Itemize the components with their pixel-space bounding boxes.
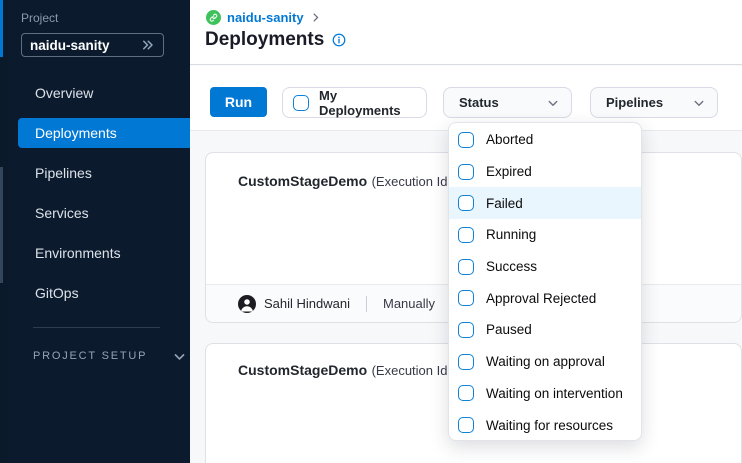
breadcrumb: naidu-sanity: [206, 10, 321, 25]
menu-item-aborted[interactable]: Aborted: [449, 124, 641, 156]
sidebar-item-pipelines[interactable]: Pipelines: [18, 158, 190, 188]
menu-item-failed[interactable]: Failed: [449, 187, 641, 219]
status-filter-dropdown[interactable]: Status: [443, 87, 572, 118]
menu-item-label: Approval Rejected: [486, 291, 596, 306]
triggered-by-user[interactable]: Sahil Hindwani: [264, 296, 350, 311]
menu-item-waiting-for-resources[interactable]: Waiting for resources: [449, 409, 641, 441]
module-rail: [0, 0, 8, 463]
menu-item-checkbox[interactable]: [458, 195, 474, 211]
trigger-type: Manually: [383, 296, 435, 311]
menu-item-label: Waiting for resources: [486, 418, 613, 433]
menu-item-paused[interactable]: Paused: [449, 314, 641, 346]
status-filter-menu: Aborted Expired Failed Running Success A…: [448, 122, 642, 441]
double-chevron-right-icon: [140, 39, 155, 51]
project-name: naidu-sanity: [30, 38, 140, 53]
sidebar-item-label: Pipelines: [35, 165, 92, 181]
menu-item-checkbox[interactable]: [458, 322, 474, 338]
footer-separator: [366, 296, 367, 312]
menu-item-approval-rejected[interactable]: Approval Rejected: [449, 282, 641, 314]
menu-item-checkbox[interactable]: [458, 164, 474, 180]
menu-item-label: Aborted: [486, 132, 533, 147]
menu-item-checkbox[interactable]: [458, 385, 474, 401]
user-avatar: [238, 295, 256, 313]
run-button[interactable]: Run: [210, 87, 267, 117]
sidebar-item-deployments[interactable]: Deployments: [18, 118, 190, 148]
menu-item-label: Waiting on intervention: [486, 386, 623, 401]
sidebar-item-label: Services: [35, 205, 89, 221]
menu-item-checkbox[interactable]: [458, 417, 474, 433]
project-setup-label: PROJECT SETUP: [33, 350, 147, 362]
menu-item-label: Success: [486, 259, 537, 274]
main-content: naidu-sanity Deployments: [190, 0, 742, 463]
menu-item-label: Failed: [486, 196, 523, 211]
menu-item-waiting-on-intervention[interactable]: Waiting on intervention: [449, 378, 641, 410]
sidebar-item-environments[interactable]: Environments: [18, 238, 190, 268]
menu-item-running[interactable]: Running: [449, 219, 641, 251]
menu-item-waiting-on-approval[interactable]: Waiting on approval: [449, 346, 641, 378]
chevron-right-icon: [310, 12, 321, 23]
title-row: Deployments: [205, 29, 346, 51]
project-selector[interactable]: naidu-sanity: [21, 33, 164, 57]
menu-item-label: Running: [486, 227, 536, 242]
card-title-row: CustomStageDemo (Execution Id: [238, 173, 447, 191]
execution-id-note: (Execution Id: [372, 363, 448, 378]
card-title-row: CustomStageDemo (Execution Id: [238, 362, 447, 380]
menu-item-label: Waiting on approval: [486, 354, 605, 369]
page-title: Deployments: [205, 29, 324, 51]
sidebar-item-overview[interactable]: Overview: [18, 78, 190, 108]
rail-scrollbar-thumb[interactable]: [0, 167, 3, 283]
chevron-down-icon: [173, 350, 186, 363]
sidebar-item-project-setup[interactable]: PROJECT SETUP: [33, 346, 186, 366]
info-icon[interactable]: [332, 33, 346, 47]
app-root: Project naidu-sanity Overview Deployment…: [0, 0, 742, 463]
breadcrumb-project-link[interactable]: naidu-sanity: [227, 10, 304, 25]
menu-item-checkbox[interactable]: [458, 354, 474, 370]
menu-item-label: Paused: [486, 322, 532, 337]
sidebar-item-label: Environments: [35, 245, 121, 261]
sidebar-item-gitops[interactable]: GitOps: [18, 278, 190, 308]
rail-active-indicator: [0, 0, 3, 57]
menu-item-success[interactable]: Success: [449, 251, 641, 283]
sidebar-divider: [33, 327, 160, 328]
menu-item-checkbox[interactable]: [458, 259, 474, 275]
project-label: Project: [21, 11, 58, 25]
pipelines-filter-label: Pipelines: [606, 95, 663, 110]
chevron-down-icon: [693, 97, 705, 109]
menu-item-checkbox[interactable]: [458, 132, 474, 148]
pipeline-name: CustomStageDemo: [238, 173, 367, 189]
menu-item-expired[interactable]: Expired: [449, 156, 641, 188]
page-header: naidu-sanity Deployments: [190, 0, 742, 65]
sidebar-item-services[interactable]: Services: [18, 198, 190, 228]
sidebar-item-label: Deployments: [35, 125, 117, 141]
pipelines-filter-dropdown[interactable]: Pipelines: [590, 87, 718, 118]
sidebar: Project naidu-sanity Overview Deployment…: [8, 0, 190, 463]
sidebar-item-label: Overview: [35, 85, 93, 101]
chevron-down-icon: [547, 97, 559, 109]
my-deployments-toggle[interactable]: My Deployments: [282, 87, 427, 118]
execution-id-note: (Execution Id: [372, 174, 448, 189]
my-deployments-label: My Deployments: [319, 88, 414, 118]
menu-item-checkbox[interactable]: [458, 290, 474, 306]
sidebar-item-label: GitOps: [35, 285, 79, 301]
menu-item-label: Expired: [486, 164, 532, 179]
pipeline-name: CustomStageDemo: [238, 362, 367, 378]
project-link-icon: [206, 10, 221, 25]
status-filter-label: Status: [459, 95, 499, 110]
my-deployments-checkbox[interactable]: [293, 95, 309, 111]
menu-item-checkbox[interactable]: [458, 227, 474, 243]
